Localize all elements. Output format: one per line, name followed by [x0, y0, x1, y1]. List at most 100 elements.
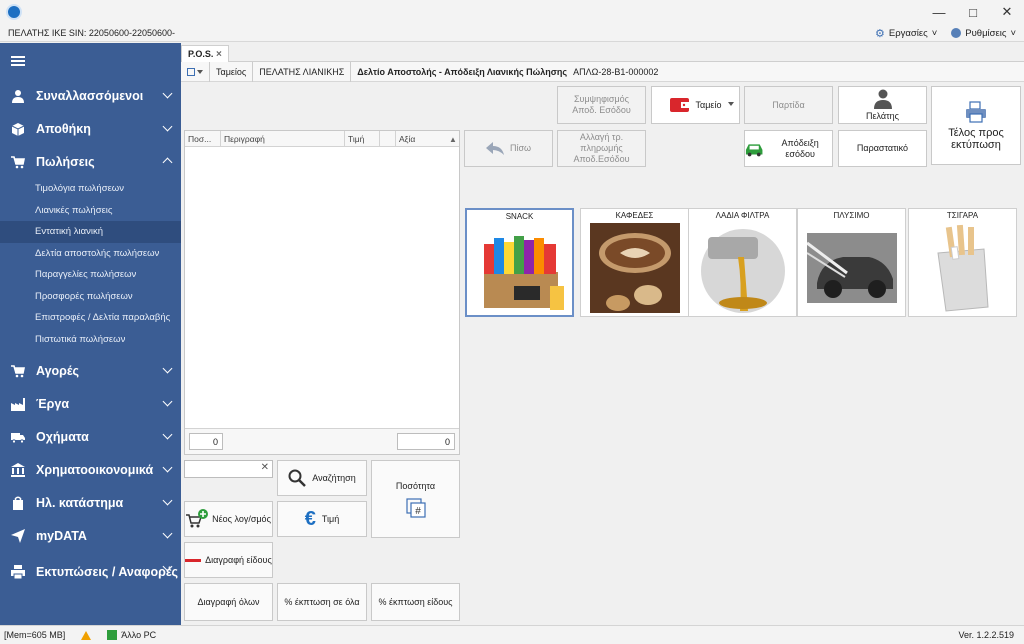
sidebar-item-contacts[interactable]: Συναλλασσόμενοι — [0, 79, 181, 112]
price-button[interactable]: € Τιμή — [277, 501, 367, 537]
status-bar: [Mem=605 MB] Άλλο PC Ver. 1.2.2.519 — [0, 625, 1024, 644]
discount-item-label: % έκπτωση είδους — [378, 596, 453, 607]
batch-button[interactable]: Παρτίδα — [744, 86, 833, 124]
finish-print-label: Τέλος προς εκτύπωση — [948, 126, 1004, 151]
info-bar: ΠΕΛΑΤΗΣ ΙΚΕ SIN: 22050600-22050600- ⚙ Ερ… — [0, 24, 1024, 42]
tasks-menu[interactable]: ⚙ Εργασίες ˅ — [875, 27, 937, 40]
chevron-down-icon: ˅ — [1010, 27, 1016, 39]
oil-pour-image — [701, 229, 785, 313]
sidebar-subitem-invoices[interactable]: Τιμολόγια πωλήσεων — [0, 178, 181, 200]
column-blank[interactable] — [380, 131, 396, 147]
document-menu-button[interactable] — [187, 67, 209, 76]
close-icon[interactable]: ✕ — [990, 0, 1024, 24]
title-bar: — □ ✕ — [0, 0, 1024, 24]
column-value[interactable]: Αξία — [396, 131, 447, 147]
category-tile-washing[interactable]: ΠΛΥΣΙΜΟ — [797, 208, 906, 317]
remove-line-icon — [185, 558, 202, 562]
sidebar-item-purchases[interactable]: Αγορές — [0, 354, 181, 387]
quantity-button-label: Ποσότητα — [395, 480, 436, 491]
printer-icon — [10, 564, 26, 580]
purchase-cart-icon — [10, 363, 26, 379]
delete-item-label: Διαγραφή είδους — [205, 554, 272, 565]
scroll-up-icon[interactable]: ▲ — [447, 131, 459, 147]
chevron-down-icon — [162, 88, 173, 99]
finish-print-button[interactable]: Τέλος προς εκτύπωση — [931, 86, 1021, 165]
car-icon — [745, 143, 763, 156]
discount-item-button[interactable]: % έκπτωση είδους — [371, 583, 460, 621]
sidebar-item-projects[interactable]: Έργα — [0, 387, 181, 420]
new-account-button[interactable]: Νέος λογ/σμός — [184, 501, 273, 537]
cart-add-icon — [186, 509, 209, 528]
hamburger-button[interactable] — [0, 43, 181, 79]
tab-pos[interactable]: P.O.S. × — [181, 45, 229, 62]
category-tile-oils-filters[interactable]: ΛΑΔΙΑ ΦΙΛΤΡΑ — [688, 208, 797, 317]
category-tile-snack[interactable]: SNACK — [465, 208, 574, 317]
items-grid[interactable]: Ποσ... Περιγραφή Τιμή Αξία ▲ 0 0 — [184, 130, 460, 455]
document-button[interactable]: Παραστατικό — [838, 130, 927, 167]
column-price[interactable]: Τιμή — [345, 131, 380, 147]
chevron-down-icon — [162, 363, 173, 374]
sidebar-item-finance[interactable]: Χρηματοοικονομικά — [0, 453, 181, 486]
back-label: Πίσω — [509, 143, 532, 153]
receipt-button[interactable]: Απόδειξη εσόδου — [744, 130, 833, 167]
chevron-down-icon — [162, 121, 173, 132]
maximize-icon[interactable]: □ — [956, 0, 990, 24]
settings-menu[interactable]: Ρυθμίσεις ˅ — [951, 28, 1016, 39]
pc-status: Άλλο PC — [107, 630, 156, 640]
sidebar-subitem-orders[interactable]: Παραγγελίες πωλήσεων — [0, 264, 181, 286]
sidebar-subitem-retail-sales[interactable]: Λιανικές πωλήσεις — [0, 200, 181, 222]
company-label: ΠΕΛΑΤΗΣ ΙΚΕ SIN: 22050600-22050600- — [8, 27, 176, 38]
sidebar-item-vehicles[interactable]: Οχήματα — [0, 420, 181, 453]
car-wash-image — [807, 233, 897, 303]
sidebar-subitem-delivery-notes[interactable]: Δελτία αποστολής πωλήσεων — [0, 243, 181, 265]
delete-all-label: Διαγραφή όλων — [197, 596, 260, 607]
menu-icon — [11, 60, 25, 62]
version-label: Ver. 1.2.2.519 — [958, 630, 1014, 640]
cigarette-pack-image — [918, 223, 1008, 313]
sidebar-item-sales[interactable]: Πωλήσεις — [0, 145, 181, 178]
send-icon — [10, 528, 26, 544]
sidebar-item-mydata[interactable]: myDATA — [0, 519, 181, 552]
sidebar-subitem-returns[interactable]: Επιστροφές / Δελτία παραλαβής — [0, 307, 181, 329]
change-payment-label: Αλλαγή τρ. πληρωμής Αποδ.Εσόδου — [573, 132, 630, 164]
search-button[interactable]: Αναζήτηση — [277, 460, 367, 496]
clear-icon[interactable]: ✕ — [261, 462, 269, 473]
sidebar-item-reports[interactable]: Εκτυπώσεις / Αναφορές — [0, 552, 181, 592]
category-tile-coffee[interactable]: ΚΑΦΕΔΕΣ — [580, 208, 689, 317]
price-button-label: Τιμή — [321, 513, 340, 524]
sidebar-item-warehouse[interactable]: Αποθήκη — [0, 112, 181, 145]
search-input[interactable]: ✕ — [184, 460, 273, 478]
quantity-button[interactable]: Ποσότητα # — [371, 460, 460, 538]
cashier-dropdown[interactable]: Ταμείο — [651, 86, 740, 124]
tab-close-icon[interactable]: × — [216, 46, 222, 63]
column-description[interactable]: Περιγραφή — [221, 131, 345, 147]
new-account-label: Νέος λογ/σμός — [212, 513, 271, 524]
back-button[interactable]: Πίσω — [464, 130, 553, 167]
category-label: ΤΣΙΓΑΡΑ — [946, 211, 979, 220]
warning-icon[interactable] — [81, 630, 92, 640]
discount-all-button[interactable]: % έκπτωση σε όλα — [277, 583, 367, 621]
svg-text:#: # — [415, 506, 421, 517]
chevron-down-icon — [162, 528, 173, 539]
reconcile-button[interactable]: Συμψηφισμός Αποδ. Εσόδου — [557, 86, 646, 124]
customer-button[interactable]: Πελάτης — [838, 86, 927, 124]
sidebar-item-eshop[interactable]: Ηλ. κατάστημα — [0, 486, 181, 519]
column-qty[interactable]: Ποσ... — [185, 131, 221, 147]
sidebar-subitem-offers[interactable]: Προσφορές πωλήσεων — [0, 286, 181, 308]
change-payment-button[interactable]: Αλλαγή τρ. πληρωμής Αποδ.Εσόδου — [557, 130, 646, 167]
batch-label: Παρτίδα — [772, 99, 805, 110]
sidebar-item-label: Ηλ. κατάστημα — [36, 495, 124, 510]
delete-item-button[interactable]: Διαγραφή είδους — [184, 542, 273, 578]
minimize-icon[interactable]: — — [922, 0, 956, 24]
box-icon — [10, 121, 26, 137]
pc-icon — [107, 630, 118, 640]
category-tile-cigarettes[interactable]: ΤΣΙΓΑΡΑ — [908, 208, 1017, 317]
sidebar-subitem-intensive-retail[interactable]: Εντατική λιανική — [0, 221, 181, 243]
chevron-down-icon: ˅ — [931, 27, 938, 39]
breadcrumb-customer: ΠΕΛΑΤΗΣ ΛΙΑΝΙΚΗΣ — [252, 61, 350, 82]
sidebar-subitem-credit-notes[interactable]: Πιστωτικά πωλήσεων — [0, 329, 181, 351]
shopping-bag-icon — [10, 495, 26, 511]
breadcrumb-document: Δελτίο Αποστολής - Απόδειξη Λιανικής Πώλ… — [350, 61, 573, 82]
chevron-down-icon — [162, 396, 173, 407]
delete-all-button[interactable]: Διαγραφή όλων — [184, 583, 273, 621]
